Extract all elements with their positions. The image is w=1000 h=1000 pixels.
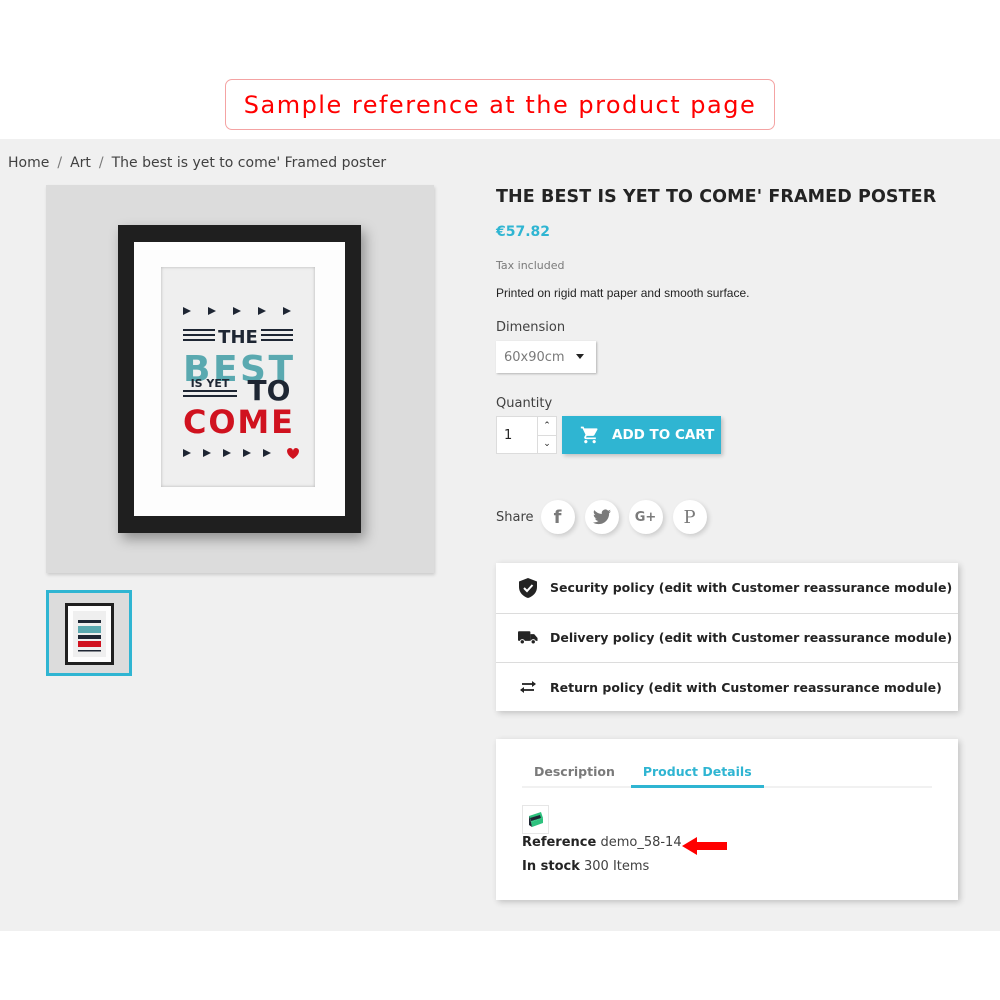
tab-product-details[interactable]: Product Details <box>630 758 764 788</box>
stock-label: In stock <box>522 859 580 874</box>
product-tabs: Description Product Details <box>522 758 932 788</box>
pinterest-share-button[interactable]: P <box>672 500 707 534</box>
facebook-icon: f <box>553 506 562 528</box>
dimension-selected-value: 60x90cm <box>504 349 565 365</box>
quantity-increase-button[interactable]: ⌃ <box>538 417 556 435</box>
google-plus-icon: G+ <box>634 509 657 525</box>
swap-arrows-icon <box>518 680 538 694</box>
brand-logo[interactable] <box>522 805 549 834</box>
reassurance-item-delivery: Delivery policy (edit with Customer reas… <box>496 612 958 663</box>
poster-triangles-bottom <box>183 449 271 457</box>
poster-text-the: THE <box>218 327 258 348</box>
reassurance-text: Delivery policy (edit with Customer reas… <box>550 630 953 646</box>
stock-row: In stock 300 Items <box>522 859 649 874</box>
reassurance-item-return: Return policy (edit with Customer reassu… <box>496 662 958 712</box>
twitter-icon <box>592 509 611 525</box>
add-to-cart-label: ADD TO CART <box>612 427 715 443</box>
shopping-cart-icon <box>580 426 598 444</box>
dimension-select[interactable]: 60x90cm <box>496 341 596 373</box>
quantity-decrease-button[interactable]: ⌄ <box>538 434 556 454</box>
caret-down-icon <box>576 354 584 359</box>
poster-frame: THE BEST IS YET TO COME <box>118 225 361 533</box>
poster-print: THE BEST IS YET TO COME <box>161 267 315 487</box>
reference-label: Reference <box>522 835 597 850</box>
reassurance-item-security: Security policy (edit with Customer reas… <box>496 563 958 613</box>
reference-row: Reference demo_58-14 <box>522 835 682 850</box>
product-tabs-card: Description Product Details Reference de… <box>496 739 958 900</box>
product-thumbnail[interactable] <box>46 590 132 676</box>
google-plus-share-button[interactable]: G+ <box>628 500 663 534</box>
reassurance-text: Return policy (edit with Customer reassu… <box>550 679 942 695</box>
reference-value: demo_58-14 <box>600 835 682 850</box>
thumbnail-artwork <box>73 611 106 657</box>
short-description: Printed on rigid matt paper and smooth s… <box>496 286 750 300</box>
product-price: €57.82 <box>496 224 551 240</box>
breadcrumb-current: The best is yet to come' Framed poster <box>111 155 387 171</box>
breadcrumb-art[interactable]: Art <box>70 155 91 171</box>
share-label: Share <box>496 509 534 525</box>
dimension-label: Dimension <box>496 320 566 335</box>
red-arrow-icon <box>682 837 727 855</box>
product-main-image[interactable]: THE BEST IS YET TO COME <box>46 185 434 573</box>
poster-heart-icon <box>287 448 299 459</box>
thumbnail-frame <box>65 603 114 665</box>
product-title: THE BEST IS YET TO COME' FRAMED POSTER <box>496 187 937 207</box>
share-bar: Share f G+ P <box>496 500 717 534</box>
breadcrumb-separator: / <box>57 155 63 171</box>
pinterest-icon: P <box>683 506 696 528</box>
truck-icon <box>518 630 538 645</box>
product-page: Home / Art / The best is yet to come' Fr… <box>0 139 1000 931</box>
poster-text-come: COME <box>183 403 293 441</box>
tax-note: Tax included <box>496 259 565 272</box>
twitter-share-button[interactable] <box>584 500 619 534</box>
breadcrumb-separator: / <box>98 155 104 171</box>
stock-value: 300 Items <box>584 859 650 874</box>
brand-logo-icon <box>528 811 543 827</box>
thumbnail-mat <box>68 606 111 662</box>
reassurance-block: Security policy (edit with Customer reas… <box>496 563 958 711</box>
quantity-input[interactable] <box>497 417 537 453</box>
annotation-banner: Sample reference at the product page <box>225 79 775 130</box>
tab-description[interactable]: Description <box>522 758 627 788</box>
facebook-share-button[interactable]: f <box>540 500 575 534</box>
add-to-cart-button[interactable]: ADD TO CART <box>562 416 721 454</box>
poster-artwork: THE BEST IS YET TO COME <box>183 307 299 459</box>
reassurance-text: Security policy (edit with Customer reas… <box>550 580 953 596</box>
poster-text-is-yet: IS YET <box>191 377 230 390</box>
poster-mat: THE BEST IS YET TO COME <box>134 242 345 516</box>
quantity-stepper: ⌃ ⌄ <box>496 416 557 454</box>
breadcrumb: Home / Art / The best is yet to come' Fr… <box>8 155 386 171</box>
quantity-label: Quantity <box>496 396 553 411</box>
shield-check-icon <box>518 577 538 598</box>
breadcrumb-home[interactable]: Home <box>8 155 49 171</box>
poster-triangles-top <box>183 307 291 315</box>
